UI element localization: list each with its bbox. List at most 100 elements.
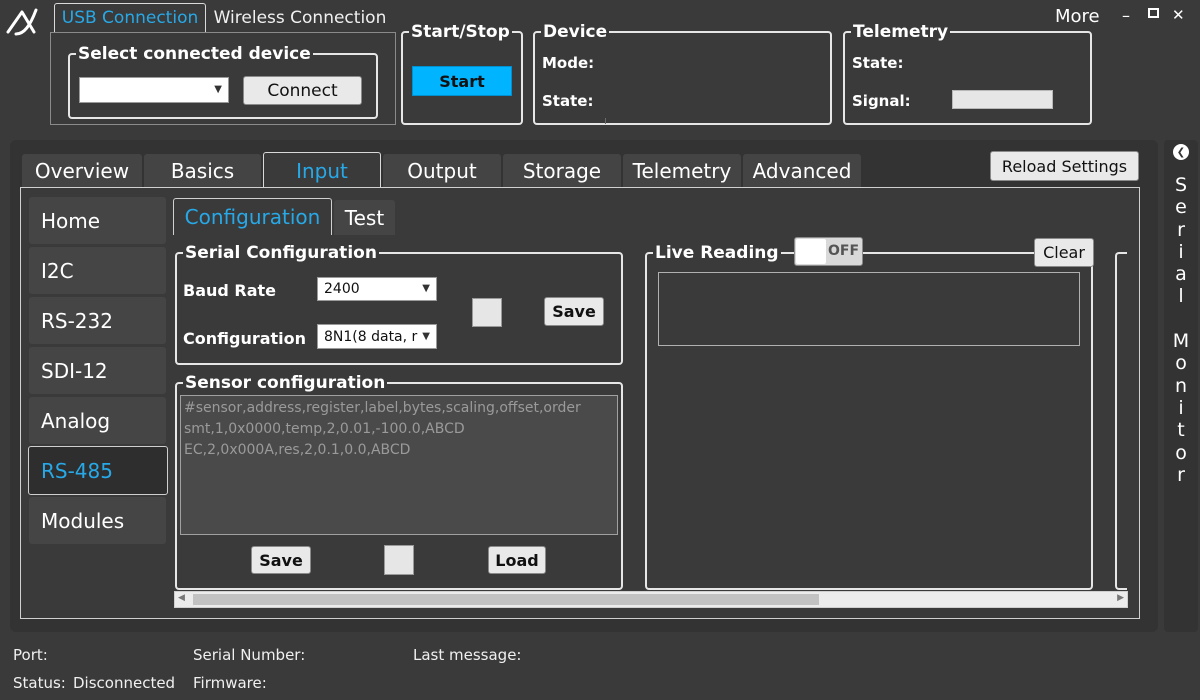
usb-connection-tab[interactable]: USB Connection xyxy=(54,3,206,32)
wireless-connection-tab[interactable]: Wireless Connection xyxy=(210,3,390,32)
sidebar-item-label: I2C xyxy=(41,258,74,283)
sidebar-item-i2c[interactable]: I2C xyxy=(29,247,166,294)
serial-monitor-letter: l xyxy=(1178,285,1184,308)
usb-connection-tab-label: USB Connection xyxy=(61,8,199,28)
status-label: Status: xyxy=(13,674,66,692)
sidebar-item-label: Home xyxy=(41,208,101,233)
tab-telemetry[interactable]: Telemetry xyxy=(623,154,741,188)
tab-output[interactable]: Output xyxy=(383,154,501,188)
sensor-config-line: smt,1,0x0000,temp,2,0.01,-100.0,ABCD xyxy=(184,421,465,437)
telemetry-state-label: State: xyxy=(852,54,904,72)
sidebar-item-sdi12[interactable]: SDI-12 xyxy=(29,347,166,394)
reload-settings-button[interactable]: Reload Settings xyxy=(990,151,1139,181)
tab-test[interactable]: Test xyxy=(334,200,395,235)
tab-storage-label: Storage xyxy=(522,159,602,183)
maximize-icon[interactable] xyxy=(1148,8,1159,18)
tab-configuration-label: Configuration xyxy=(184,205,321,229)
device-mode-label: Mode: xyxy=(542,54,595,72)
sensor-config-indicator xyxy=(384,545,414,575)
baud-rate-label: Baud Rate xyxy=(183,281,277,300)
serial-monitor-letter: o xyxy=(1175,441,1187,464)
start-stop-title: Start/Stop xyxy=(409,21,512,43)
device-title: Device xyxy=(541,21,610,43)
sidebar-item-rs485[interactable]: RS-485 xyxy=(28,446,168,495)
telemetry-signal-label: Signal: xyxy=(852,92,911,110)
toggle-knob xyxy=(796,239,826,264)
sidebar-item-rs232[interactable]: RS-232 xyxy=(29,297,166,344)
scrollbar-thumb[interactable] xyxy=(193,594,819,605)
sensor-config-save-button[interactable]: Save xyxy=(251,546,311,574)
tab-output-label: Output xyxy=(407,159,477,183)
scroll-right-icon[interactable]: ▶ xyxy=(1117,593,1124,603)
sensor-config-load-button[interactable]: Load xyxy=(488,546,546,574)
serial-monitor-letter: a xyxy=(1175,263,1187,286)
tab-input-label: Input xyxy=(296,158,348,183)
serial-monitor-letter: t xyxy=(1177,419,1185,442)
serial-monitor-letter: o xyxy=(1175,352,1187,375)
tab-input[interactable]: Input xyxy=(263,152,381,188)
serial-monitor-letter: e xyxy=(1175,196,1187,219)
chevron-down-icon: ▼ xyxy=(214,83,222,95)
sidebar-item-label: Modules xyxy=(41,508,125,533)
sidebar-item-label: RS-232 xyxy=(41,308,113,333)
select-device-title: Select connected device xyxy=(76,43,313,65)
more-menu[interactable]: More xyxy=(1055,6,1100,27)
serial-monitor-letter: i xyxy=(1178,396,1184,419)
sensor-config-line: #sensor,address,register,label,bytes,sca… xyxy=(184,400,581,416)
device-divider xyxy=(605,118,606,124)
tab-advanced[interactable]: Advanced xyxy=(743,154,861,188)
configuration-value: 8N1(8 data, r xyxy=(324,328,418,345)
tab-test-label: Test xyxy=(344,205,385,230)
scroll-left-icon[interactable]: ◀ xyxy=(178,593,185,603)
tab-configuration[interactable]: Configuration xyxy=(173,198,332,235)
tab-storage[interactable]: Storage xyxy=(503,154,621,188)
chevron-down-icon: ▼ xyxy=(422,330,430,342)
minimize-icon[interactable]: – xyxy=(1122,6,1130,25)
sensor-config-title: Sensor configuration xyxy=(183,372,388,394)
sidebar-item-modules[interactable]: Modules xyxy=(29,497,166,544)
connect-button[interactable]: Connect xyxy=(243,76,362,105)
device-select[interactable]: ▼ xyxy=(79,77,229,103)
telemetry-title: Telemetry xyxy=(851,21,951,43)
toggle-label: OFF xyxy=(828,243,860,259)
tab-telemetry-label: Telemetry xyxy=(632,159,732,183)
tab-advanced-label: Advanced xyxy=(752,159,852,183)
collapse-chevron-icon[interactable]: ❮ xyxy=(1173,144,1189,160)
serial-monitor-panel[interactable]: ❮ Serial Monitor xyxy=(1164,140,1198,632)
tab-overview[interactable]: Overview xyxy=(22,154,142,188)
tab-basics[interactable]: Basics xyxy=(144,154,261,188)
serial-monitor-letter: i xyxy=(1178,240,1184,263)
serial-config-indicator xyxy=(472,298,502,327)
serial-monitor-label: Serial Monitor xyxy=(1164,174,1198,486)
device-state-label: State: xyxy=(542,92,594,110)
tab-basics-label: Basics xyxy=(170,159,235,183)
serial-number-label: Serial Number: xyxy=(193,646,306,664)
sensor-config-line: EC,2,0x000A,res,2,0.1,0.0,ABCD xyxy=(184,442,411,458)
serial-monitor-letter: r xyxy=(1177,218,1185,241)
port-label: Port: xyxy=(13,646,48,664)
sidebar-item-label: SDI-12 xyxy=(41,358,108,383)
start-button[interactable]: Start xyxy=(412,66,512,96)
tab-overview-label: Overview xyxy=(34,159,130,183)
sensor-config-textarea[interactable]: #sensor,address,register,label,bytes,sca… xyxy=(180,395,618,535)
live-reading-toggle[interactable]: OFF xyxy=(794,237,863,266)
live-reading-output xyxy=(658,272,1080,346)
serial-monitor-letter: n xyxy=(1174,374,1188,397)
baud-rate-select[interactable]: 2400 ▼ xyxy=(317,277,437,301)
serial-monitor-letter: r xyxy=(1177,463,1185,486)
sidebar-item-label: Analog xyxy=(41,408,111,433)
sidebar-item-analog[interactable]: Analog xyxy=(29,397,166,444)
chevron-down-icon: ▼ xyxy=(422,282,430,294)
serial-monitor-letter: M xyxy=(1172,330,1190,353)
wireless-connection-tab-label: Wireless Connection xyxy=(213,7,387,28)
configuration-select[interactable]: 8N1(8 data, r ▼ xyxy=(317,324,437,349)
live-reading-title: Live Reading xyxy=(653,242,781,264)
horizontal-scrollbar[interactable]: ◀ ▶ xyxy=(174,591,1128,608)
serial-config-save-button[interactable]: Save xyxy=(544,297,604,326)
sidebar-item-home[interactable]: Home xyxy=(29,197,166,244)
status-value: Disconnected xyxy=(73,674,176,692)
sidebar-item-label: RS-485 xyxy=(41,458,113,483)
signal-strength-bar xyxy=(952,90,1053,109)
live-reading-clear-button[interactable]: Clear xyxy=(1034,238,1094,267)
close-icon[interactable]: ✕ xyxy=(1172,6,1185,24)
